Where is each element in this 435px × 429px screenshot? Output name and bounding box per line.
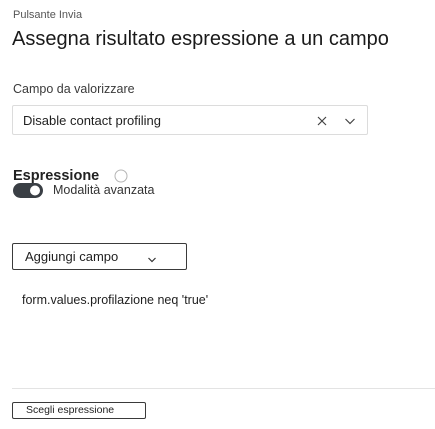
target-field-select[interactable]: Disable contact profiling	[12, 105, 368, 135]
target-field-value: Disable contact profiling	[23, 113, 162, 128]
target-field-label: Campo da valorizzare	[13, 82, 135, 96]
close-icon[interactable]	[316, 114, 328, 126]
expression-heading: Espressione	[13, 168, 100, 184]
advanced-mode-toggle[interactable]	[13, 183, 43, 198]
panel-title: Assegna risultato espressione a un campo	[12, 28, 389, 50]
choose-expression-button[interactable]: Scegli espressione	[12, 402, 146, 419]
info-circle-icon	[114, 169, 128, 183]
choose-expression-button-label: Scegli espressione	[26, 404, 115, 416]
chevron-down-icon	[147, 252, 157, 263]
expression-editor[interactable]: form.values.profilazione neq 'true'	[12, 283, 435, 389]
chevron-down-icon[interactable]	[344, 114, 356, 126]
advanced-mode-label: Modalità avanzata	[53, 183, 155, 197]
panel-subtitle: Pulsante Invia	[13, 9, 83, 21]
add-field-button[interactable]: Aggiungi campo	[12, 243, 187, 270]
expression-text: form.values.profilazione neq 'true'	[22, 293, 209, 307]
add-field-button-label: Aggiungi campo	[25, 249, 119, 264]
